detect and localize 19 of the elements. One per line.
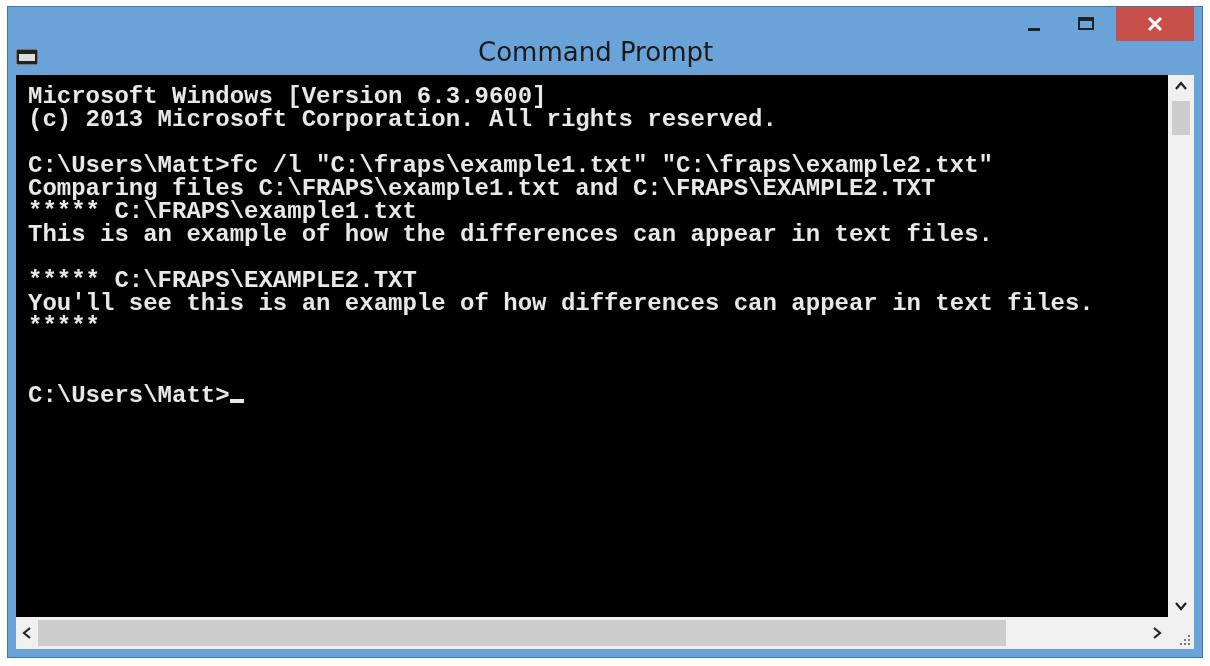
console-line: Microsoft Windows [Version 6.3.9600] <box>28 85 548 108</box>
console-line: (c) 2013 Microsoft Corporation. All rights reserved. <box>28 108 778 131</box>
scrollbar-thumb[interactable] <box>38 620 1006 646</box>
console-line: ***** C:\FRAPS\EXAMPLE2.TXT <box>28 269 417 292</box>
close-button[interactable] <box>1116 7 1194 41</box>
console-app-icon <box>16 49 38 65</box>
console-line: You'll see this is an example of how differences can appear in text files. <box>28 292 1095 315</box>
resize-grip-icon[interactable] <box>1177 632 1191 646</box>
console-line: ***** <box>28 315 101 338</box>
console-line: This is an example of how the differences can appear in text files. <box>28 223 994 246</box>
close-icon <box>1147 16 1163 32</box>
scrollbar-thumb[interactable] <box>1172 101 1190 135</box>
command-prompt: C:\Users\Matt> <box>28 384 230 407</box>
window-title: Command Prompt <box>478 37 714 67</box>
console-line: Comparing files C:\FRAPS\example1.txt and C:\FRAPS\EXAMPLE2.TXT <box>28 177 936 200</box>
console-line: C:\Users\Matt>fc /l "C:\fraps\example1.txt" "C:\fraps\example2.txt" <box>28 154 994 177</box>
console-line: ***** C:\FRAPS\example1.txt <box>28 200 417 223</box>
maximize-icon <box>1078 17 1094 31</box>
minimize-icon <box>1028 27 1040 31</box>
